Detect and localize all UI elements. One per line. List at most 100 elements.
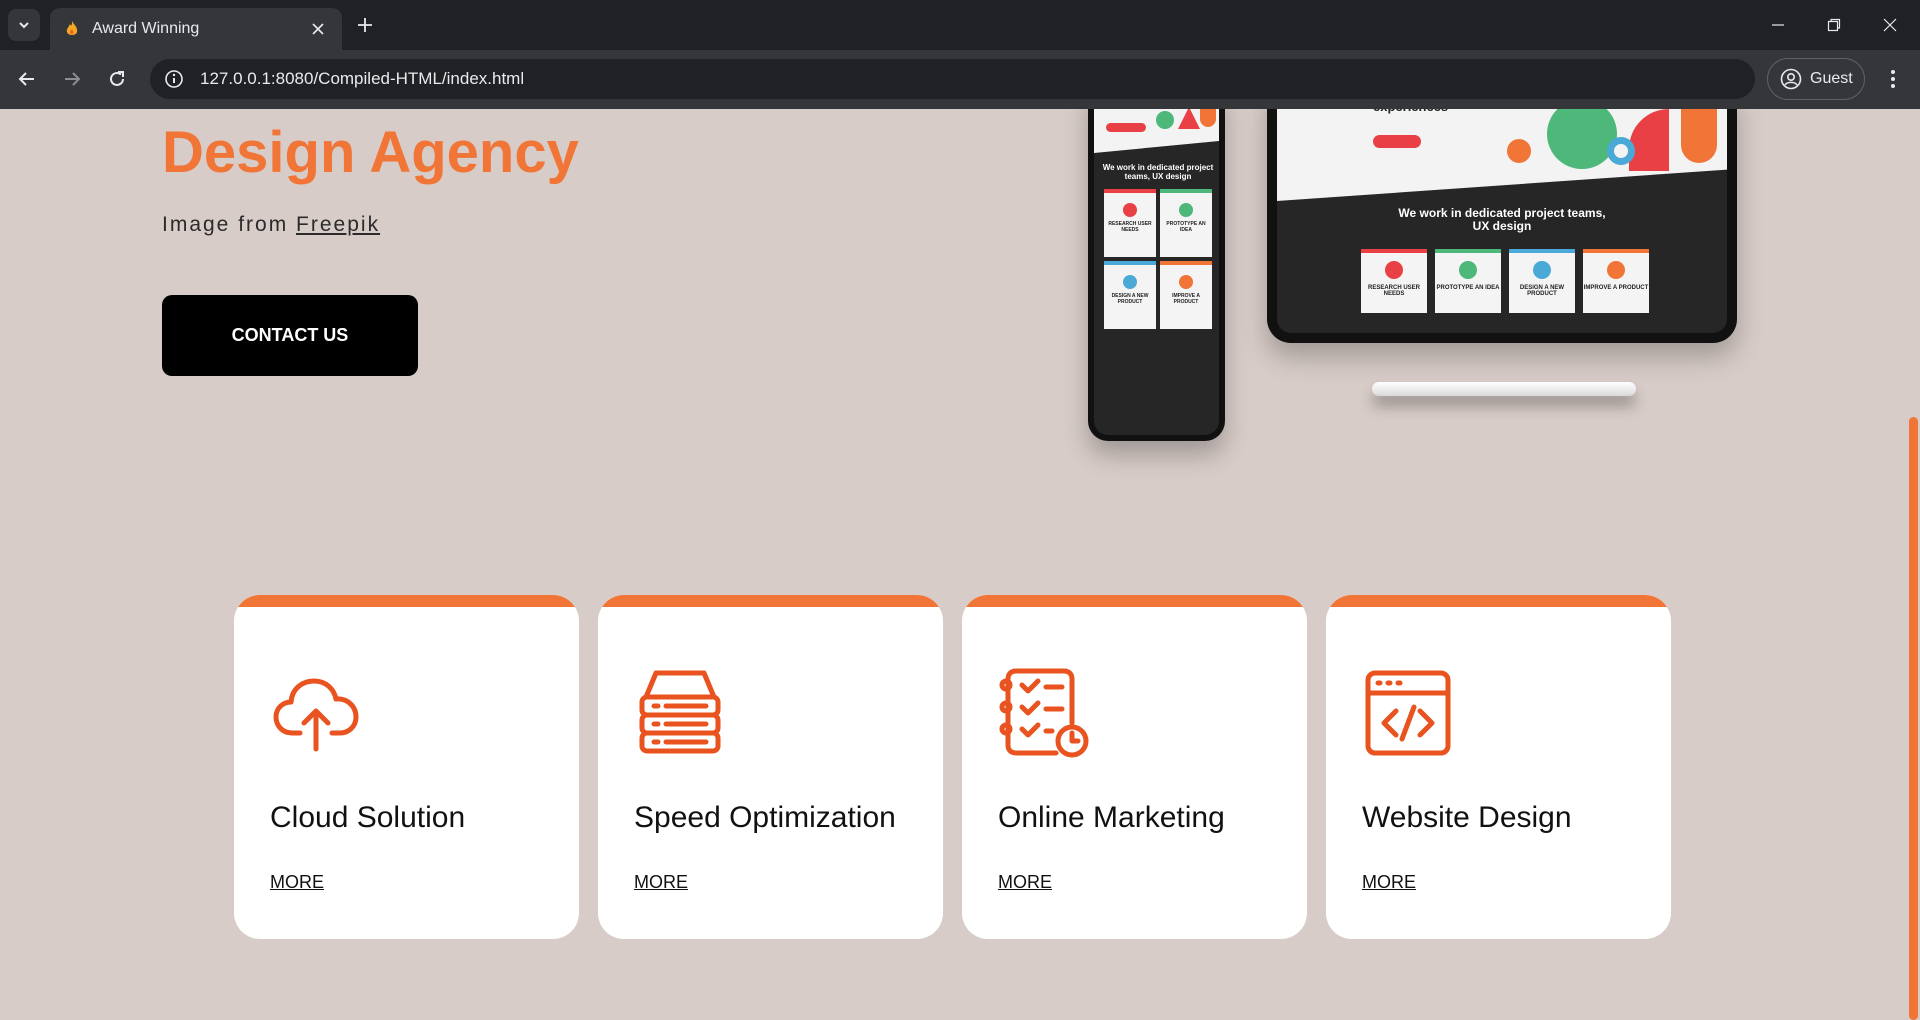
phone-contact-pill [1106, 123, 1146, 132]
phone-mini-card: PROTOTYPE AN IDEA [1160, 189, 1212, 257]
tablet-mini-card-label: IMPROVE A PRODUCT [1583, 285, 1649, 291]
chevron-down-icon [19, 22, 29, 29]
phone-shape [1200, 109, 1216, 127]
phone-mini-card-label: PROTOTYPE AN IDEA [1166, 221, 1206, 233]
scrollbar-thumb[interactable] [1909, 417, 1918, 1020]
service-title: Website Design [1362, 801, 1572, 834]
new-tab-button[interactable] [352, 12, 378, 38]
plus-icon [358, 18, 372, 32]
minimize-icon [1772, 24, 1784, 26]
service-title: Online Marketing [998, 801, 1225, 834]
service-title: Speed Optimization [634, 801, 896, 834]
browser-tab-bar: Award Winning [0, 0, 1920, 50]
phone-mini-card-icon [1179, 203, 1193, 217]
service-card-speed: Speed Optimization MORE [598, 595, 943, 939]
page-scrollbar[interactable] [1906, 109, 1920, 1020]
service-card-marketing: Online Marketing MORE [962, 595, 1307, 939]
phone-mockup: We work in dedicated project teams, UX d… [1088, 109, 1225, 441]
phone-mini-card: DESIGN A NEW PRODUCT [1104, 261, 1156, 329]
tablet-hero-area: experiences [1277, 109, 1727, 201]
freepik-link[interactable]: Freepik [296, 213, 380, 236]
tablet-mini-card-icon [1459, 261, 1477, 279]
more-link[interactable]: MORE [634, 872, 688, 893]
browser-tab[interactable]: Award Winning [50, 8, 342, 50]
card-accent-stripe [234, 595, 579, 607]
tablet-mini-card: DESIGN A NEW PRODUCT [1509, 249, 1575, 313]
more-link[interactable]: MORE [270, 872, 324, 893]
close-window-button[interactable] [1862, 0, 1918, 50]
tablet-contact-pill [1373, 135, 1421, 148]
address-bar[interactable]: 127.0.0.1:8080/Compiled-HTML/index.html [150, 59, 1755, 99]
tablet-mini-card-icon [1533, 261, 1551, 279]
browser-menu-button[interactable] [1880, 65, 1906, 93]
service-card-website: Website Design MORE [1326, 595, 1671, 939]
info-icon[interactable] [164, 69, 184, 89]
checklist-clock-icon [999, 668, 1089, 758]
profile-label: Guest [1810, 70, 1853, 87]
server-stack-icon [639, 670, 721, 754]
tab-title: Award Winning [92, 20, 200, 37]
phone-shape [1156, 111, 1174, 129]
tablet-section-title: We work in dedicated project teams, UX d… [1398, 206, 1606, 233]
reload-button[interactable] [103, 65, 131, 93]
tablet-mini-card-icon [1607, 261, 1625, 279]
phone-mini-card-label: RESEARCH USER NEEDS [1108, 221, 1152, 233]
phone-mini-card-label: IMPROVE A PRODUCT [1172, 293, 1200, 305]
restore-button[interactable] [1806, 0, 1862, 50]
phone-screen: We work in dedicated project teams, UX d… [1094, 109, 1219, 435]
service-title: Cloud Solution [270, 801, 466, 834]
service-card-cloud: Cloud Solution MORE [234, 595, 579, 939]
hero-title: Design Agency [162, 120, 579, 185]
card-accent-stripe [1326, 595, 1671, 607]
tablet-mini-card-label: RESEARCH USER NEEDS [1367, 285, 1420, 297]
card-accent-stripe [962, 595, 1307, 607]
phone-mini-card: IMPROVE A PRODUCT [1160, 261, 1212, 329]
phone-mini-card-icon [1123, 275, 1137, 289]
close-tab-icon[interactable] [308, 19, 328, 39]
arrow-right-icon [65, 72, 81, 86]
phone-shape [1178, 109, 1200, 129]
phone-mini-card: RESEARCH USER NEEDS [1104, 189, 1156, 257]
tablet-mini-card: RESEARCH USER NEEDS [1361, 249, 1427, 313]
arrow-left-icon [18, 72, 34, 86]
back-button[interactable] [13, 65, 41, 93]
close-icon [1883, 18, 1897, 32]
tablet-shape [1681, 109, 1717, 163]
profile-button[interactable]: Guest [1767, 58, 1865, 100]
code-window-icon [1365, 670, 1451, 756]
minimize-button[interactable] [1750, 0, 1806, 50]
contact-us-button[interactable]: CONTACT US [162, 295, 418, 376]
tablet-heading: experiences [1373, 109, 1448, 114]
phone-mini-card-label: DESIGN A NEW PRODUCT [1111, 293, 1149, 305]
tablet-shape [1607, 137, 1635, 165]
stylus-pencil [1372, 382, 1636, 396]
phone-mini-card-icon [1179, 275, 1193, 289]
more-link[interactable]: MORE [1362, 872, 1416, 893]
tablet-mockup: experiences We work in dedicated project… [1267, 109, 1737, 343]
url-text[interactable]: 127.0.0.1:8080/Compiled-HTML/index.html [200, 69, 524, 89]
card-accent-stripe [598, 595, 943, 607]
tablet-mini-card-icon [1385, 261, 1403, 279]
browser-toolbar: 127.0.0.1:8080/Compiled-HTML/index.html … [0, 50, 1920, 109]
more-vertical-icon [1891, 70, 1895, 88]
flame-favicon-icon [66, 21, 78, 35]
more-link[interactable]: MORE [998, 872, 1052, 893]
page-content: Design Agency Image from Freepik CONTACT… [0, 109, 1906, 1020]
tablet-mini-card: PROTOTYPE AN IDEA [1435, 249, 1501, 313]
tablet-mini-card: IMPROVE A PRODUCT [1583, 249, 1649, 313]
cloud-upload-icon [273, 678, 359, 752]
tablet-shape [1629, 109, 1669, 171]
tablet-screen: experiences We work in dedicated project… [1277, 109, 1727, 333]
phone-hero-area [1094, 109, 1219, 153]
tablet-mini-card-label: DESIGN A NEW PRODUCT [1519, 285, 1565, 297]
reload-icon [110, 71, 124, 86]
forward-button[interactable] [58, 65, 86, 93]
credit-prefix: Image from [162, 213, 289, 236]
restore-icon [1827, 18, 1841, 32]
phone-section-title: We work in dedicated project teams, UX d… [1102, 163, 1214, 181]
tablet-shape [1507, 139, 1531, 163]
account-circle-icon [1780, 68, 1802, 90]
phone-mini-card-icon [1123, 203, 1137, 217]
tab-search-button[interactable] [8, 9, 40, 41]
tablet-mini-card-label: PROTOTYPE AN IDEA [1436, 285, 1500, 291]
